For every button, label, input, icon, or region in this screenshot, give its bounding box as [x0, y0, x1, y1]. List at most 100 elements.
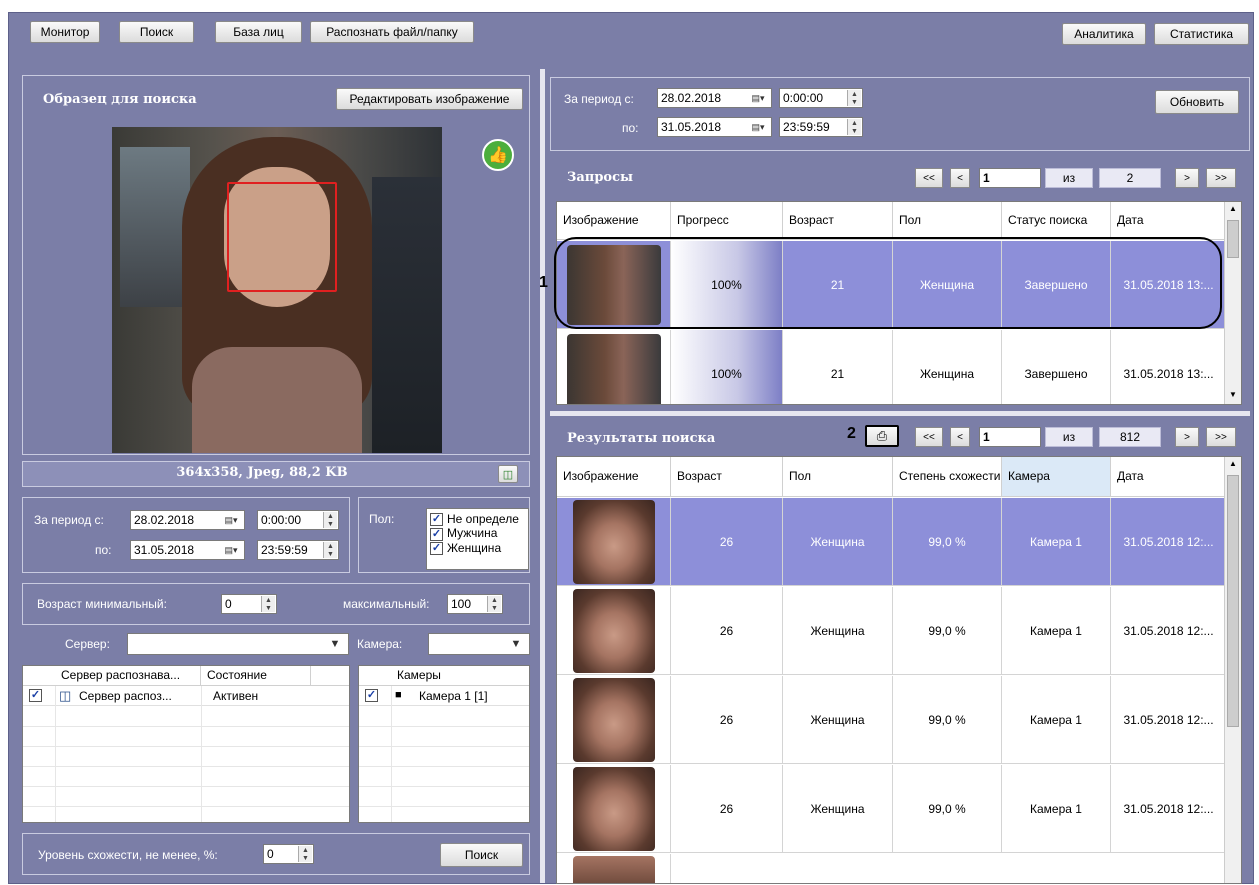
table-row[interactable]: ✓ ■ Камера 1 [1]	[359, 686, 529, 706]
results-header: Изображение Возраст Пол Степень схожести…	[557, 457, 1226, 497]
spin-icon[interactable]: ▲ ▼	[323, 512, 337, 528]
servers-col-state[interactable]: Состояние	[201, 666, 311, 685]
gender-option-female[interactable]: ✓ Женщина	[430, 541, 528, 555]
requests-header: Изображение Прогресс Возраст Пол Статус …	[557, 202, 1226, 240]
requests-first-page[interactable]: <<	[915, 168, 943, 188]
face-db-button[interactable]: База лиц	[215, 21, 302, 43]
left-to-date[interactable]: 31.05.2018 ▤▾	[130, 540, 245, 560]
calendar-icon[interactable]: ▤▾	[745, 89, 771, 107]
results-first-page[interactable]: <<	[915, 427, 943, 447]
results-last-page[interactable]: >>	[1206, 427, 1236, 447]
chevron-down-icon[interactable]: ▼	[322, 634, 348, 654]
chevron-down-icon[interactable]: ▼	[503, 634, 529, 654]
results-next-page[interactable]: >	[1175, 427, 1199, 447]
camera-select[interactable]: ▼	[428, 633, 530, 655]
edit-image-button[interactable]: Редактировать изображение	[336, 88, 523, 110]
gender-option-male[interactable]: ✓ Мужчина	[430, 526, 528, 541]
servers-header: Сервер распознава... Состояние	[23, 666, 349, 686]
requests-scrollbar[interactable]: ▲ ▼	[1224, 202, 1241, 404]
spin-icon[interactable]: ▲ ▼	[847, 90, 861, 106]
servers-col-name[interactable]: Сервер распознава...	[55, 666, 201, 685]
left-from-time[interactable]: 0:00:00 ▲ ▼	[257, 510, 339, 530]
col-status[interactable]: Статус поиска	[1002, 202, 1111, 239]
row-image-cell	[557, 587, 671, 674]
scroll-down-icon[interactable]: ▼	[1227, 390, 1239, 402]
spin-icon[interactable]: ▲ ▼	[487, 596, 501, 612]
requests-next-page[interactable]: >	[1175, 168, 1199, 188]
right-to-date[interactable]: 31.05.2018 ▤▾	[657, 117, 772, 137]
col-gender[interactable]: Пол	[893, 202, 1002, 239]
col-age[interactable]: Возраст	[783, 202, 893, 239]
spin-icon[interactable]: ▲ ▼	[261, 596, 275, 612]
checkbox[interactable]: ✓	[430, 527, 443, 541]
results-scrollbar[interactable]: ▲	[1224, 457, 1241, 883]
scroll-up-icon[interactable]: ▲	[1227, 459, 1239, 471]
spin-icon[interactable]: ▲ ▼	[298, 846, 312, 862]
cameras-col[interactable]: Камеры	[391, 666, 529, 685]
scroll-up-icon[interactable]: ▲	[1227, 204, 1239, 216]
table-row[interactable]: 26 Женщина 99,0 % Камера 1 31.05.2018 12…	[557, 498, 1226, 586]
statistics-button[interactable]: Статистика	[1154, 23, 1249, 45]
checkbox[interactable]: ✓	[29, 689, 42, 702]
col-gender[interactable]: Пол	[783, 457, 893, 496]
similarity-cell: 99,0 %	[893, 676, 1002, 763]
col-image[interactable]: Изображение	[557, 457, 671, 496]
calendar-icon[interactable]: ▤▾	[218, 511, 244, 529]
monitor-button[interactable]: Монитор	[30, 21, 100, 43]
gender-option-unknown[interactable]: ✓ Не определе	[430, 512, 528, 527]
table-row[interactable]: ✓ ◫ Сервер распоз... Активен	[23, 686, 349, 706]
results-prev-page[interactable]: <	[950, 427, 970, 447]
table-row[interactable]: 26 Женщина 99,0 % Камера 1 31.05.2018 12…	[557, 765, 1226, 853]
requests-page-input[interactable]: 1	[979, 168, 1041, 188]
left-from-date[interactable]: 28.02.2018 ▤▾	[130, 510, 245, 530]
save-image-icon[interactable]: ◫	[498, 465, 518, 483]
search-tab-button[interactable]: Поиск	[119, 21, 194, 43]
search-button[interactable]: Поиск	[440, 843, 523, 867]
col-camera[interactable]: Камера	[1002, 457, 1111, 496]
spin-icon[interactable]: ▲ ▼	[847, 119, 861, 135]
similarity-cell: 99,0 %	[893, 765, 1002, 852]
spin-icon[interactable]: ▲ ▼	[323, 542, 337, 558]
right-from-time[interactable]: 0:00:00 ▲ ▼	[779, 88, 863, 108]
left-to-time[interactable]: 23:59:59 ▲ ▼	[257, 540, 339, 560]
right-from-date[interactable]: 28.02.2018 ▤▾	[657, 88, 772, 108]
col-similarity[interactable]: Степень схожести	[893, 457, 1002, 496]
callout-1: 1	[539, 274, 548, 291]
refresh-button[interactable]: Обновить	[1155, 90, 1239, 114]
servers-table: Сервер распознава... Состояние ✓ ◫ Серве…	[22, 665, 350, 823]
requests-of-label: из	[1045, 168, 1093, 188]
similarity-input[interactable]: 0 ▲ ▼	[263, 844, 314, 864]
requests-last-page[interactable]: >>	[1206, 168, 1236, 188]
scroll-thumb[interactable]	[1227, 475, 1239, 727]
server-select[interactable]: ▼	[127, 633, 349, 655]
checkbox[interactable]: ✓	[430, 513, 443, 527]
table-row[interactable]	[557, 854, 1226, 883]
col-image[interactable]: Изображение	[557, 202, 671, 239]
recognize-file-button[interactable]: Распознать файл/папку	[310, 21, 474, 43]
col-progress[interactable]: Прогресс	[671, 202, 783, 239]
scroll-thumb[interactable]	[1227, 220, 1239, 258]
right-to-time[interactable]: 23:59:59 ▲ ▼	[779, 117, 863, 137]
col-date[interactable]: Дата	[1111, 202, 1226, 239]
analytics-button[interactable]: Аналитика	[1062, 23, 1146, 45]
thumbnail	[573, 500, 655, 584]
print-icon[interactable]: ⎙	[865, 425, 899, 447]
checkbox[interactable]: ✓	[430, 541, 443, 555]
table-row[interactable]: 26 Женщина 99,0 % Камера 1 31.05.2018 12…	[557, 587, 1226, 675]
checkbox[interactable]: ✓	[365, 689, 378, 702]
age-cell: 21	[783, 330, 893, 404]
table-row[interactable]: 100% 21 Женщина Завершено 31.05.2018 13:…	[557, 330, 1226, 404]
requests-prev-page[interactable]: <	[950, 168, 970, 188]
splitter[interactable]	[540, 69, 545, 883]
calendar-icon[interactable]: ▤▾	[218, 541, 244, 559]
h-splitter[interactable]	[550, 411, 1250, 416]
results-page-input[interactable]: 1	[979, 427, 1041, 447]
cameras-header: Камеры	[359, 666, 529, 686]
col-date[interactable]: Дата	[1111, 457, 1226, 496]
age-max-input[interactable]: 100 ▲ ▼	[447, 594, 503, 614]
age-min-input[interactable]: 0 ▲ ▼	[221, 594, 277, 614]
calendar-icon[interactable]: ▤▾	[745, 118, 771, 136]
col-age[interactable]: Возраст	[671, 457, 783, 496]
callout-1-frame	[554, 237, 1222, 329]
table-row[interactable]: 26 Женщина 99,0 % Камера 1 31.05.2018 12…	[557, 676, 1226, 764]
